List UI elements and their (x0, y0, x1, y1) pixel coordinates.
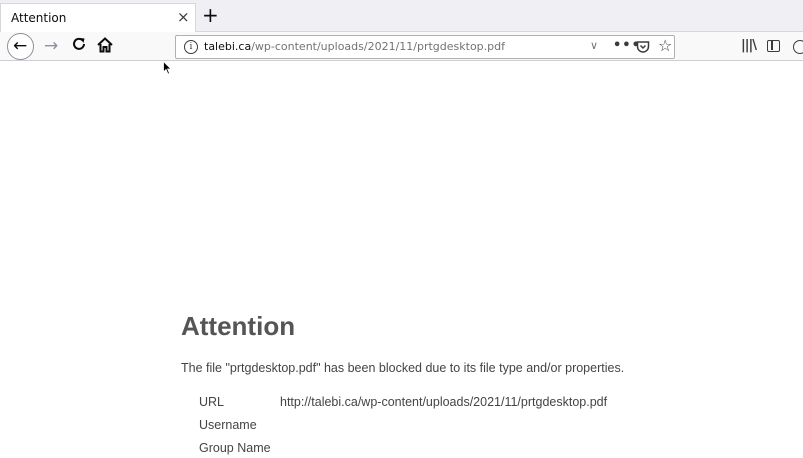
navigation-bar: ← → i talebi.ca/wp-content/uploads/2021/… (0, 32, 803, 61)
tab-strip: Attention × + (0, 0, 803, 32)
tab-title: Attention (11, 11, 67, 25)
back-icon: ← (13, 36, 28, 56)
url-text[interactable]: talebi.ca/wp-content/uploads/2021/11/prt… (204, 40, 505, 53)
forward-icon[interactable]: → (44, 35, 58, 57)
sidebar-icon[interactable] (767, 40, 780, 52)
detail-value-url: http://talebi.ca/wp-content/uploads/2021… (280, 395, 608, 409)
new-tab-button[interactable]: + (202, 3, 219, 27)
detail-label-group-name: Group Name (199, 441, 271, 455)
account-icon[interactable] (793, 40, 803, 54)
url-path: /wp-content/uploads/2021/11/prtgdesktop.… (251, 40, 505, 53)
star-icon[interactable]: ☆ (658, 36, 672, 55)
detail-label-url: URL (199, 395, 225, 409)
tab-attention[interactable]: Attention × (0, 3, 196, 32)
detail-label-username: Username (199, 418, 257, 432)
back-button[interactable]: ← (7, 33, 34, 60)
library-icon[interactable]: |||\ (741, 38, 757, 53)
info-icon[interactable]: i (184, 40, 198, 54)
page-title: Attention (181, 311, 296, 341)
url-bar[interactable]: i talebi.ca/wp-content/uploads/2021/11/p… (175, 35, 675, 59)
home-icon[interactable] (96, 36, 114, 54)
chevron-down-icon[interactable]: ∨ (590, 39, 598, 52)
url-host: talebi.ca (204, 40, 252, 53)
block-message: The file "prtgdesktop.pdf" has been bloc… (181, 361, 625, 375)
pocket-icon[interactable] (636, 39, 650, 53)
reload-icon[interactable] (71, 36, 87, 57)
cursor-icon (163, 60, 173, 75)
close-tab-icon[interactable]: × (177, 8, 190, 26)
